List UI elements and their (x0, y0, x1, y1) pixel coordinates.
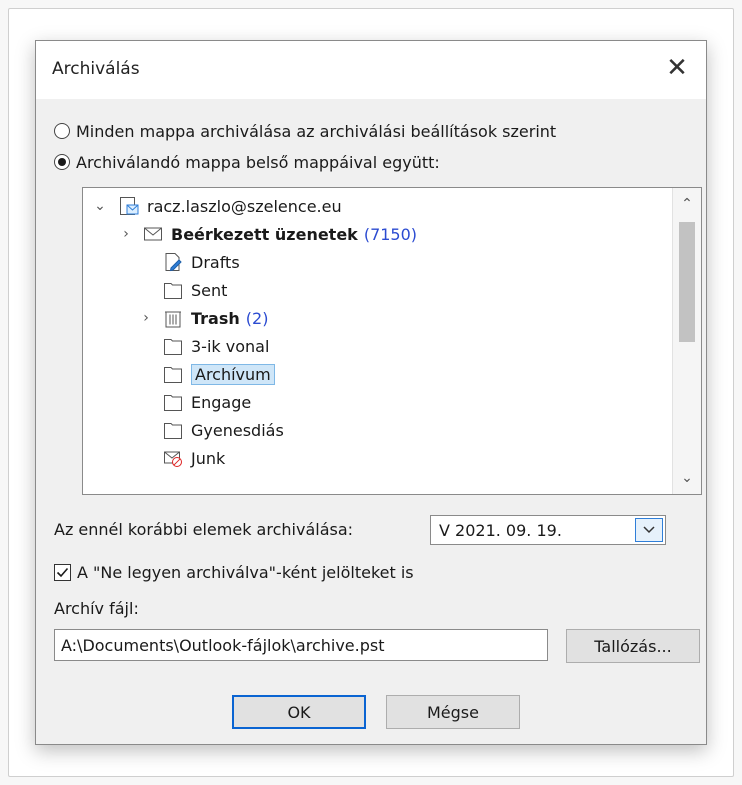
archive-file-path-input[interactable]: A:\Documents\Outlook-fájlok\archive.pst (54, 629, 548, 661)
archive-before-label: Az ennél korábbi elemek archiválása: (54, 520, 354, 539)
tree-item-drafts[interactable]: Drafts (163, 248, 240, 276)
tree-item-label: Gyenesdiás (191, 420, 284, 440)
tree-item-gyenesdias[interactable]: Gyenesdiás (163, 416, 284, 444)
dialog-title: Archiválás (52, 59, 140, 79)
tree-item-engage[interactable]: Engage (163, 388, 251, 416)
folder-icon (164, 367, 182, 383)
drafts-icon (165, 253, 182, 272)
chevron-up-icon[interactable]: ⌃ (673, 192, 701, 216)
ok-button-label: OK (287, 702, 311, 722)
unread-count: (7150) (363, 224, 418, 244)
inbox-icon (144, 227, 162, 241)
archive-dialog: Archiválás ✕ Minden mappa archiválása az… (35, 40, 707, 745)
include-do-not-archive-checkbox[interactable]: A "Ne legyen archiválva"-ként jelölteket… (54, 563, 414, 582)
chevron-down-icon[interactable]: ⌄ (93, 198, 107, 214)
chevron-down-icon (643, 526, 655, 534)
cancel-button-label: Mégse (427, 702, 479, 722)
unread-count: (2) (245, 308, 269, 328)
junk-icon (164, 451, 182, 467)
tree-item-label: Sent (191, 280, 228, 300)
tree-item-account[interactable]: ⌄ racz.laszlo@szelence.eu (93, 192, 342, 220)
archive-all-folders-option[interactable]: Minden mappa archiválása az archiválási … (54, 120, 556, 142)
tree-item-3-ik-vonal[interactable]: 3-ik vonal (163, 332, 269, 360)
folder-tree[interactable]: ⌄ racz.laszlo@szelence.eu › Beérkezett ü… (82, 187, 702, 495)
folder-icon (164, 423, 182, 439)
chevron-right-icon[interactable]: › (119, 226, 133, 242)
ok-button[interactable]: OK (232, 695, 366, 729)
chevron-right-icon[interactable]: › (139, 310, 153, 326)
folder-icon (164, 395, 182, 411)
scrollbar-thumb[interactable] (679, 222, 695, 342)
tree-item-label: Engage (191, 392, 252, 412)
archive-selected-folder-label: Archiválandó mappa belső mappáival együt… (76, 152, 440, 172)
tree-item-label: Drafts (191, 252, 240, 272)
archive-file-label: Archív fájl: (54, 599, 139, 618)
tree-item-label: Beérkezett üzenetek (171, 224, 358, 244)
tree-item-label: Archívum (191, 363, 275, 385)
archive-before-date-combo[interactable]: V 2021. 09. 19. (430, 515, 666, 545)
checkmark-icon (56, 567, 69, 578)
folder-icon (164, 283, 182, 299)
tree-item-archivum[interactable]: Archívum (163, 360, 275, 388)
tree-item-label: Junk (191, 448, 226, 468)
cancel-button[interactable]: Mégse (386, 695, 520, 729)
tree-item-sent[interactable]: Sent (163, 276, 227, 304)
dropdown-button[interactable] (635, 518, 663, 542)
chevron-down-icon[interactable]: ⌄ (673, 466, 701, 490)
archive-before-date-value: V 2021. 09. 19. (439, 520, 562, 540)
archive-selected-folder-option[interactable]: Archiválandó mappa belső mappáival együt… (54, 151, 440, 173)
browse-button[interactable]: Tallózás... (566, 629, 700, 663)
tree-scrollbar[interactable]: ⌃ ⌄ (672, 188, 701, 494)
trash-icon (165, 311, 181, 328)
account-icon (120, 197, 139, 215)
close-icon[interactable]: ✕ (660, 51, 694, 85)
tree-item-label: 3-ik vonal (191, 336, 270, 356)
checkbox-box[interactable] (54, 564, 71, 581)
title-bar: Archiválás ✕ (36, 41, 706, 99)
tree-item-label: racz.laszlo@szelence.eu (147, 196, 342, 216)
include-do-not-archive-label: A "Ne legyen archiválva"-ként jelölteket… (77, 563, 414, 582)
tree-item-junk[interactable]: Junk (163, 444, 225, 472)
folder-icon (164, 339, 182, 355)
tree-item-inbox[interactable]: › Beérkezett üzenetek (7150) (119, 220, 417, 248)
radio-button-unchecked[interactable] (54, 123, 70, 139)
tree-item-trash[interactable]: › Trash (2) (139, 304, 268, 332)
archive-file-path-value: A:\Documents\Outlook-fájlok\archive.pst (61, 635, 385, 655)
tree-item-label: Trash (191, 308, 240, 328)
browse-button-label: Tallózás... (594, 636, 672, 656)
radio-button-checked[interactable] (54, 154, 70, 170)
archive-all-folders-label: Minden mappa archiválása az archiválási … (76, 121, 557, 141)
